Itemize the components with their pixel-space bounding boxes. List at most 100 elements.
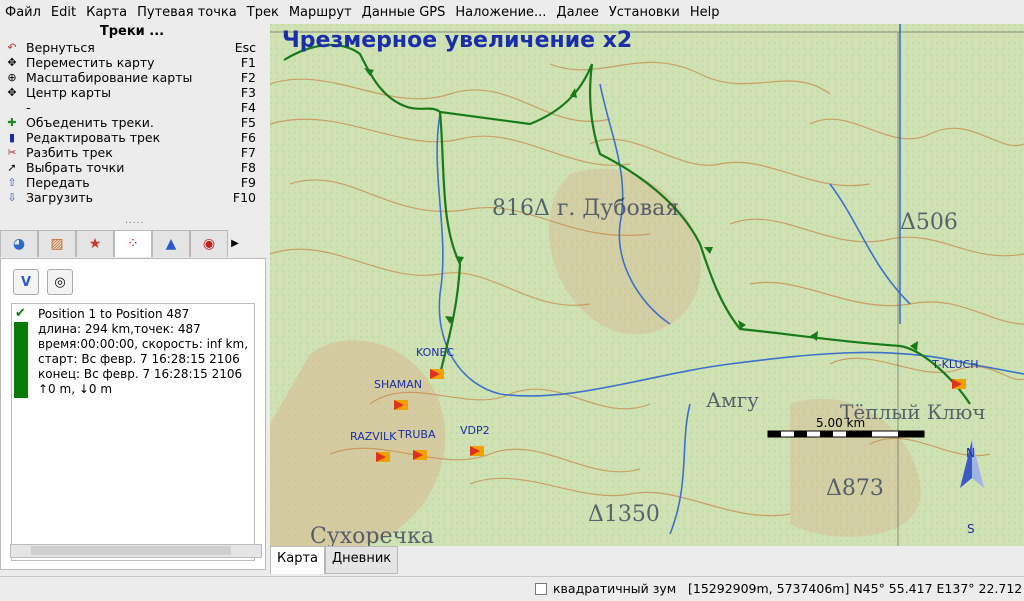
pane-splitter[interactable]: ..... [125, 216, 144, 226]
track-list[interactable]: ✔ Position 1 to Position 487 длина: 294 … [11, 303, 255, 561]
command-key: Esc [234, 40, 256, 55]
command-label: Объеденить треки. [26, 115, 154, 130]
tab-gps[interactable]: ◉ [190, 230, 228, 257]
command-label: Вернуться [26, 40, 95, 55]
waypoint-konec[interactable]: KONEC [416, 346, 454, 359]
move-icon: ✥ [7, 56, 17, 69]
command-download[interactable]: ⇩ Загрузить F10 [4, 190, 256, 205]
waypoint-t-kluch[interactable]: T-KLUCH [932, 358, 978, 371]
command-upload[interactable]: ⇧ Передать F9 [4, 175, 256, 190]
command-label: Выбрать точки [26, 160, 125, 175]
command-label: Масштабирование карты [26, 70, 193, 85]
check-icon[interactable]: ✔ [15, 306, 26, 321]
tab-routes[interactable]: ▲ [152, 230, 190, 257]
track-visibility-button[interactable]: ◎ [47, 269, 73, 295]
command-select-points[interactable]: ➚ Выбрать точки F8 [4, 160, 256, 175]
quadratic-zoom-checkbox[interactable] [535, 583, 547, 595]
tab-scroll-right[interactable]: ▶ [228, 230, 242, 256]
edit-icon: ▮ [8, 131, 16, 144]
command-key: F8 [240, 160, 256, 175]
command-edit-track[interactable]: ▮ Редактировать трек F6 [4, 130, 256, 145]
blank-icon [4, 101, 20, 115]
undo-icon: ↶ [7, 41, 17, 54]
tab-journal[interactable]: Дневник [325, 546, 399, 574]
compass-south-label: S [967, 522, 975, 536]
left-panel: Треки ... ↶ Вернуться Esc ✥ Переместить … [0, 24, 268, 576]
compass-north-label: N [966, 446, 975, 460]
panel-tabs: ◕ ▨ ★ ⁘ ▲ ◉ ▶ [0, 230, 266, 258]
waypoint-razvilk[interactable]: RAZVILK [350, 430, 396, 443]
command-key: F2 [240, 70, 256, 85]
waypoint-shaman[interactable]: SHAMAN [374, 378, 422, 391]
menu-map[interactable]: Карта [81, 5, 132, 20]
menu-settings[interactable]: Установки [604, 5, 685, 20]
menu-waypoint[interactable]: Путевая точка [132, 5, 242, 20]
map-label-dubovaya: 816Δ г. Дубовая [492, 196, 680, 221]
command-center-map[interactable]: ✥ Центр карты F3 [4, 85, 256, 100]
select-points-icon: ➚ [7, 161, 17, 174]
map-view[interactable]: Чрезмерное увеличение x2 816Δ г. Дубовая… [270, 24, 1024, 546]
map-canvas[interactable] [270, 24, 1024, 546]
map-image-icon: ▨ [50, 236, 64, 252]
gps-icon: ◉ [202, 236, 216, 252]
command-zoom-map[interactable]: ⊕ Масштабирование карты F2 [4, 70, 256, 85]
command-key: F4 [240, 100, 256, 115]
star-icon: ★ [88, 236, 102, 252]
menu-gps[interactable]: Данные GPS [357, 5, 451, 20]
panel-title: Треки ... [99, 24, 165, 39]
map-tabs: Карта Дневник [270, 546, 399, 574]
scrollbar-thumb[interactable] [31, 546, 231, 555]
track-name[interactable]: Position 1 to Position 487 [38, 307, 189, 321]
menu-track[interactable]: Трек [242, 5, 284, 20]
waypoint-truba[interactable]: TRUBA [398, 428, 436, 441]
command-label: Разбить трек [26, 145, 113, 160]
menu-more[interactable]: Далее [551, 5, 603, 20]
scale-label: 5.00 km [816, 416, 866, 430]
track-length: длина: 294 km,точек: 487 [38, 322, 201, 336]
zoom-icon: ⊕ [7, 71, 17, 84]
menu-route[interactable]: Маршрут [284, 5, 357, 20]
menu-help[interactable]: Help [685, 5, 725, 20]
track-dots-icon: ⁘ [127, 236, 139, 252]
tab-waypoints[interactable]: ★ [76, 230, 114, 257]
scale-bar [767, 430, 925, 438]
tab-map[interactable]: Карта [270, 546, 325, 574]
track-color-swatch [14, 322, 28, 398]
waypoint-vdp2[interactable]: VDP2 [460, 424, 490, 437]
show-tracks-button[interactable]: V [13, 269, 39, 295]
command-split-track[interactable]: ✂ Разбить трек F7 [4, 145, 256, 160]
command-label: Загрузить [26, 190, 93, 205]
command-key: F6 [240, 130, 256, 145]
map-label-506: Δ506 [900, 210, 958, 235]
tab-globe[interactable]: ◕ [0, 230, 38, 257]
menu-file[interactable]: Файл [0, 5, 46, 20]
check-v-icon: V [20, 274, 32, 290]
tab-tracks[interactable]: ⁘ [114, 230, 152, 257]
map-label-873: Δ873 [826, 476, 884, 501]
download-icon: ⇩ [7, 191, 17, 204]
command-move-map[interactable]: ✥ Переместить карту F1 [4, 55, 256, 70]
arrow-right-icon: ▶ [231, 237, 239, 249]
tracks-page: V ◎ ✔ Position 1 to Position 487 длина: … [0, 258, 266, 570]
horizontal-scrollbar[interactable] [10, 544, 262, 558]
menu-overlay[interactable]: Наложение... [450, 5, 551, 20]
command-join-tracks[interactable]: ✚ Объеденить треки. F5 [4, 115, 256, 130]
cut-icon: ✂ [7, 146, 17, 159]
command-separator[interactable]: - F4 [4, 100, 256, 115]
globe-icon: ◕ [12, 236, 26, 252]
command-label: Редактировать трек [26, 130, 161, 145]
map-label-amgu: Амгу [706, 388, 759, 412]
command-key: F7 [240, 145, 256, 160]
statusbar: квадратичный зум [15292909m, 5737406m] N… [0, 576, 1024, 601]
menubar: Файл Edit Карта Путевая точка Трек Маршр… [0, 0, 1024, 24]
command-undo[interactable]: ↶ Вернуться Esc [4, 40, 256, 55]
map-label-sukhorechka: Сухоречка [310, 524, 434, 546]
track-end: конец: Вс февр. 7 16:28:15 2106 [38, 367, 243, 381]
tab-map-image[interactable]: ▨ [38, 230, 76, 257]
command-key: F5 [240, 115, 256, 130]
join-icon: ✚ [7, 116, 17, 129]
map-label-1350: Δ1350 [588, 502, 660, 527]
track-time: время:00:00:00, скорость: inf km, [38, 337, 249, 351]
map-title: Чрезмерное увеличение x2 [282, 28, 633, 53]
menu-edit[interactable]: Edit [46, 5, 81, 20]
